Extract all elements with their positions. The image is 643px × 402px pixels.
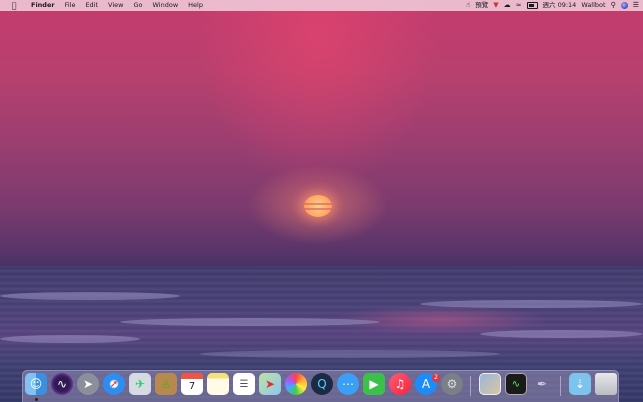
calendar-day: 7 (188, 381, 196, 392)
sun (304, 195, 332, 217)
search-icon[interactable]: ⚲ (611, 0, 616, 11)
running-indicator (35, 398, 38, 401)
notification-center-icon[interactable]: ☰ (633, 0, 639, 11)
menu-bar:  Finder File Edit View Go Window Help ☝… (0, 0, 643, 11)
cloud-icon[interactable]: ☁ (504, 0, 511, 11)
sun-band (303, 208, 333, 210)
desktop-wallpaper (0, 0, 643, 402)
input-method[interactable]: 預覽 (475, 0, 488, 11)
music-note-icon[interactable]: ♫ (389, 373, 411, 395)
dock-separator (470, 376, 471, 396)
user-name[interactable]: Wallbot (581, 0, 605, 11)
siri-icon[interactable] (620, 2, 628, 9)
app-store-badge: 2 (432, 374, 440, 382)
calendar-header (181, 373, 203, 379)
calendar-icon[interactable]: 7 (181, 373, 203, 395)
wave (0, 335, 140, 343)
sun-band (303, 203, 333, 205)
wave (120, 318, 380, 326)
hand-icon[interactable]: ☝ (466, 0, 470, 11)
stamp-icon[interactable]: ✈ (129, 373, 151, 395)
thumbs-down-icon[interactable]: ▼ (493, 0, 498, 11)
wave (480, 330, 643, 338)
compass-icon[interactable]: ➚ (103, 373, 125, 395)
status-area: ☝ 預覽 ▼ ☁ ≈ 週六 09:14 Wallbot ⚲ ☰ (466, 0, 639, 11)
preview-photos-icon[interactable] (479, 373, 501, 395)
contacts-book-icon[interactable]: ♙ (155, 373, 177, 395)
photos-flower-icon[interactable] (285, 373, 307, 395)
gear-icon[interactable]: ⚙ (441, 373, 463, 395)
wave (420, 300, 643, 308)
menu-view[interactable]: View (103, 0, 128, 11)
menu-window[interactable]: Window (148, 0, 184, 11)
menu-help[interactable]: Help (183, 0, 208, 11)
video-camera-icon[interactable]: ▶ (363, 373, 385, 395)
notes-icon[interactable] (207, 373, 229, 395)
menu-edit[interactable]: Edit (80, 0, 103, 11)
wave (200, 350, 500, 358)
map-icon[interactable]: ➤ (259, 373, 281, 395)
menu-file[interactable]: File (60, 0, 81, 11)
dock-separator (560, 376, 561, 396)
menu-app-name[interactable]: Finder (26, 0, 60, 11)
menu-go[interactable]: Go (128, 0, 147, 11)
quicktime-icon[interactable]: Q (311, 373, 333, 395)
siri-icon[interactable]: ∿ (51, 373, 73, 395)
list-icon[interactable]: ☰ (233, 373, 255, 395)
rocket-icon[interactable]: ➤ (77, 373, 99, 395)
apple-icon[interactable]:  (8, 0, 20, 11)
trash-icon[interactable] (595, 373, 617, 395)
speech-bubble-icon[interactable]: ⋯ (337, 373, 359, 395)
wifi-icon[interactable]: ≈ (516, 0, 522, 11)
scroll-icon[interactable]: ✒ (531, 373, 553, 395)
finder-icon[interactable]: ☺ (25, 373, 47, 395)
monitor-icon[interactable]: ∿ (505, 373, 527, 395)
clock[interactable]: 週六 09:14 (543, 0, 577, 11)
folder-icon[interactable]: ⇣ (569, 373, 591, 395)
wave (0, 292, 180, 300)
battery-icon[interactable] (526, 2, 538, 9)
